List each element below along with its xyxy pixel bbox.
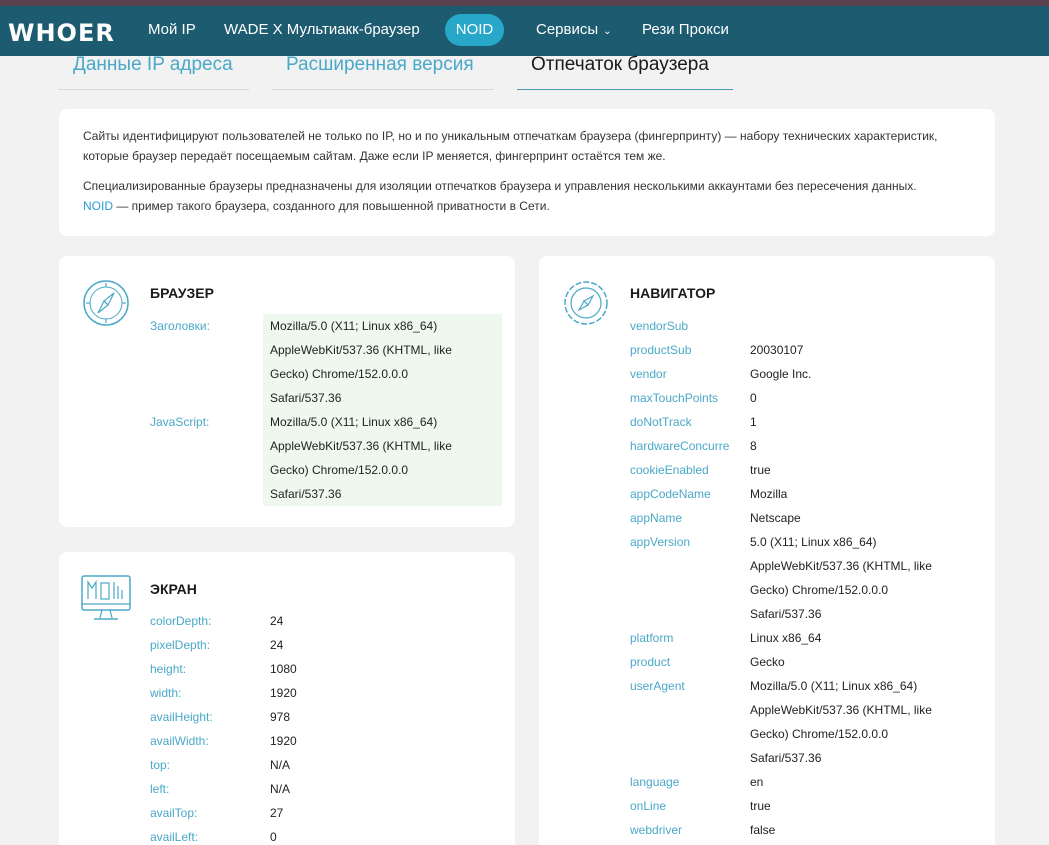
tab-fingerprint-underline bbox=[517, 89, 733, 90]
kv-value: 0 bbox=[270, 830, 277, 844]
kv-key: availHeight: bbox=[150, 710, 213, 724]
kv-key: userAgent bbox=[630, 679, 685, 693]
kv-key: top: bbox=[150, 758, 171, 772]
intro-paragraph-1: Сайты идентифицируют пользователей не то… bbox=[83, 129, 938, 163]
kv-value: 5.0 (X11; Linux x86_64) AppleWebKit/537.… bbox=[750, 535, 932, 621]
navigator-card: НАВИГАТОР vendorSub productSub 20030107 ven… bbox=[539, 256, 995, 845]
compass-icon bbox=[82, 279, 130, 332]
tab-ip-data-underline bbox=[58, 89, 249, 90]
kv-key: pixelDepth: bbox=[150, 638, 211, 652]
kv-key: product bbox=[630, 655, 671, 669]
kv-key: availTop: bbox=[150, 806, 198, 820]
intro-paragraph-2: Специализированные браузеры предназначен… bbox=[83, 176, 983, 216]
whoer-logo[interactable]: WHOER bbox=[8, 19, 115, 47]
kv-key: vendorSub bbox=[630, 319, 689, 333]
intro-card: Сайты идентифицируют пользователей не то… bbox=[59, 109, 995, 236]
kv-value: true bbox=[750, 799, 771, 813]
kv-value: 1920 bbox=[270, 686, 297, 700]
nav-wade[interactable]: WADE X Мультиакк-браузер bbox=[224, 21, 420, 38]
kv-value: 1080 bbox=[270, 662, 297, 676]
browser-title: БРАУЗЕР bbox=[150, 285, 214, 301]
kv-value: 1920 bbox=[270, 734, 297, 748]
chevron-down-icon: ⌄ bbox=[603, 26, 612, 37]
kv-key: width: bbox=[150, 686, 182, 700]
kv-key: webdriver bbox=[630, 823, 683, 837]
kv-key: platform bbox=[630, 631, 674, 645]
kv-value: N/A bbox=[270, 782, 291, 796]
nav-my-ip[interactable]: Мой IP bbox=[148, 21, 196, 38]
kv-key: maxTouchPoints bbox=[630, 391, 719, 405]
headers-value: Mozilla/5.0 (X11; Linux x86_64) AppleWeb… bbox=[270, 319, 452, 405]
kv-value: N/A bbox=[270, 758, 291, 772]
kv-value: 1 bbox=[750, 415, 757, 429]
kv-value: Mozilla bbox=[750, 487, 788, 501]
nav-noid-button[interactable]: NOID bbox=[445, 14, 504, 46]
kv-value: Google Inc. bbox=[750, 367, 812, 381]
tab-fingerprint[interactable]: Отпечаток браузера bbox=[531, 54, 709, 76]
screen-card: ЭКРАН colorDepth: 24 pixelDepth: 24 height: 1… bbox=[59, 552, 515, 845]
kv-key: onLine bbox=[630, 799, 667, 813]
tab-extended-underline bbox=[272, 89, 494, 90]
kv-value: 8 bbox=[750, 439, 757, 453]
kv-key: availLeft: bbox=[150, 830, 199, 844]
kv-value: Netscape bbox=[750, 511, 801, 525]
headers-label: Заголовки: bbox=[150, 319, 210, 333]
kv-value: 0 bbox=[750, 391, 757, 405]
kv-key: productSub bbox=[630, 343, 692, 357]
monitor-icon bbox=[80, 574, 132, 629]
kv-value: Mozilla/5.0 (X11; Linux x86_64) AppleWeb… bbox=[750, 679, 932, 765]
kv-key: hardwareConcurrency bbox=[630, 439, 730, 453]
kv-key: left: bbox=[150, 782, 170, 796]
intro-paragraph-2-text: Специализированные браузеры предназначен… bbox=[83, 179, 917, 193]
kv-value: 20030107 bbox=[750, 343, 804, 357]
kv-key: height: bbox=[150, 662, 187, 676]
nav-proxy[interactable]: Рези Прокси bbox=[642, 21, 729, 38]
tab-extended[interactable]: Расширенная версия bbox=[286, 54, 474, 76]
compass-gear-icon bbox=[562, 279, 610, 332]
navigator-title: НАВИГАТОР bbox=[630, 285, 716, 301]
kv-key: availWidth: bbox=[150, 734, 209, 748]
kv-value: 24 bbox=[270, 614, 284, 628]
kv-value: false bbox=[750, 823, 776, 837]
kv-key: appName bbox=[630, 511, 683, 525]
javascript-value: Mozilla/5.0 (X11; Linux x86_64) AppleWeb… bbox=[270, 415, 452, 501]
browser-card: БРАУЗЕР Заголовки: Mozilla/5.0 (X11; Lin… bbox=[59, 256, 515, 527]
kv-value: Linux x86_64 bbox=[750, 631, 822, 645]
kv-value: true bbox=[750, 463, 771, 477]
kv-value: Gecko bbox=[750, 655, 785, 669]
kv-key: cookieEnabled bbox=[630, 463, 709, 477]
screen-title: ЭКРАН bbox=[150, 581, 197, 597]
kv-value: 27 bbox=[270, 806, 284, 820]
kv-value: en bbox=[750, 775, 764, 789]
kv-key: vendor bbox=[630, 367, 667, 381]
kv-value: 978 bbox=[270, 710, 291, 724]
intro-paragraph-2-tail: — пример такого браузера, созданного для… bbox=[113, 199, 550, 213]
nav-services-label: Сервисы bbox=[536, 21, 599, 38]
kv-key: colorDepth: bbox=[150, 614, 212, 628]
nav-services[interactable]: Сервисы ⌄ bbox=[536, 21, 612, 38]
kv-key: appCodeName bbox=[630, 487, 711, 501]
kv-key: doNotTrack bbox=[630, 415, 692, 429]
javascript-label: JavaScript: bbox=[150, 415, 210, 429]
navbar: WHOER Мой IP WADE X Мультиакк-браузер NO… bbox=[0, 6, 1049, 56]
kv-key: language bbox=[630, 775, 680, 789]
tab-ip-data[interactable]: Данные IP адреса bbox=[73, 54, 233, 76]
kv-value: 24 bbox=[270, 638, 284, 652]
kv-key: appVersion bbox=[630, 535, 691, 549]
noid-link[interactable]: NOID bbox=[83, 199, 113, 213]
